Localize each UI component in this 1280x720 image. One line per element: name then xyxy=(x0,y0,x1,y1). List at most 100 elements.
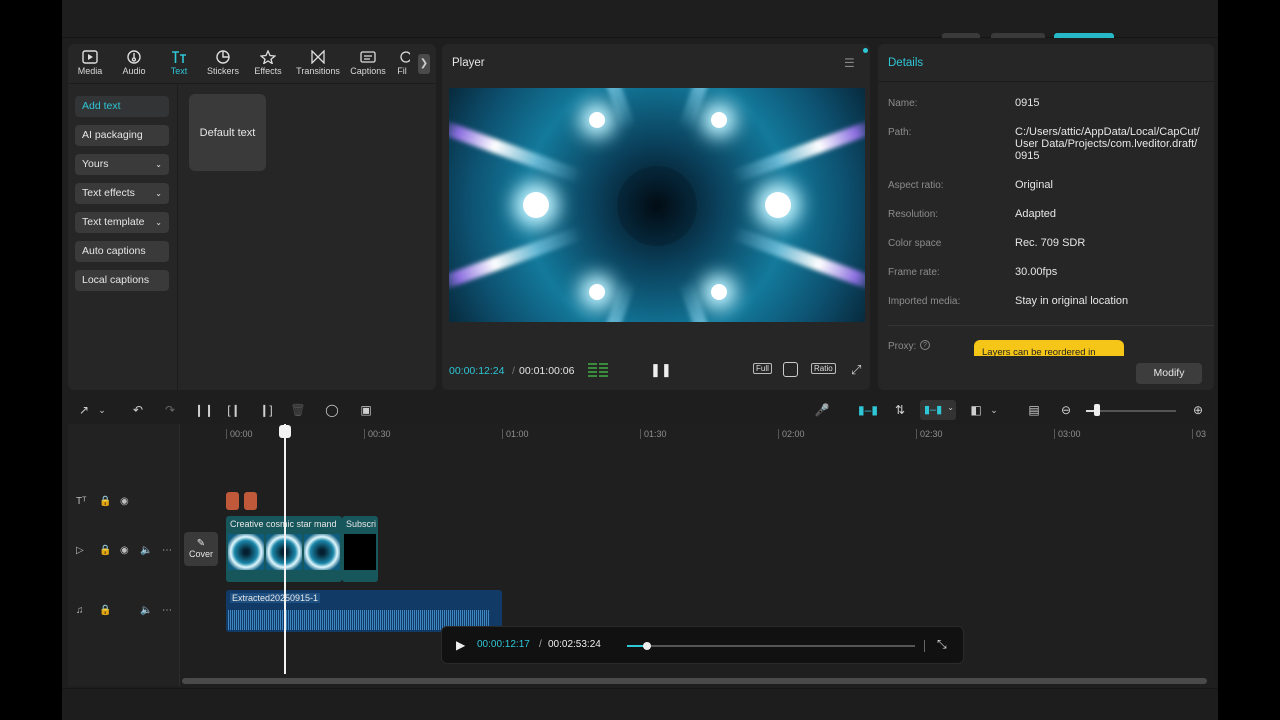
tab-stickers-label: Stickers xyxy=(206,66,239,76)
top-tab-2[interactable] xyxy=(991,33,1045,38)
detail-label: Imported media: xyxy=(888,296,961,307)
volume-icon[interactable]: 🔈 xyxy=(140,545,152,556)
side-item-label: Yours xyxy=(82,158,109,170)
zoom-fit-icon[interactable] xyxy=(783,362,798,377)
chevron-right-icon[interactable]: ❯ xyxy=(418,54,430,74)
tab-captions[interactable]: Captions xyxy=(346,50,390,76)
ratio-label: Ratio xyxy=(814,364,833,373)
proxy-label: Proxy: xyxy=(888,341,917,352)
menu-icon[interactable]: ☰ xyxy=(844,56,858,70)
split-right-icon[interactable]: ❙] xyxy=(258,402,274,418)
playhead-handle[interactable] xyxy=(279,425,291,438)
chevron-down-icon: ⌄ xyxy=(155,160,162,169)
snap-icon[interactable]: ⇅ xyxy=(892,402,908,418)
more-icon[interactable]: ⋯ xyxy=(162,545,172,556)
side-item-yours[interactable]: Yours ⌄ xyxy=(75,154,169,175)
add-caption-icon[interactable]: ▣ xyxy=(358,402,374,418)
link-icon[interactable]: ▮–▮ xyxy=(858,402,878,418)
eye-icon[interactable]: ◉ xyxy=(120,545,129,556)
cover-button[interactable]: ✎ Cover xyxy=(184,532,218,566)
lock-icon[interactable]: 🔒 xyxy=(99,605,111,616)
lock-icon[interactable]: 🔒 xyxy=(99,496,111,507)
tab-transitions-label: Transitions xyxy=(296,66,340,76)
exit-fullscreen-icon[interactable]: ⤡ xyxy=(937,637,947,652)
tab-audio[interactable]: Audio xyxy=(112,50,156,76)
modify-button[interactable]: Modify xyxy=(1136,363,1202,384)
side-item-add-text[interactable]: Add text xyxy=(75,96,169,117)
eye-icon[interactable]: ◉ xyxy=(120,496,129,507)
zoom-slider-handle[interactable] xyxy=(1094,404,1100,416)
audio-clip-label: Extracted20250915-1 xyxy=(230,593,321,603)
fullscreen-icon[interactable]: ⤢ xyxy=(851,362,861,378)
tab-stickers[interactable]: Stickers xyxy=(201,50,245,76)
redo-icon[interactable]: ↷ xyxy=(162,402,178,418)
default-text-card[interactable]: Default text xyxy=(189,94,266,171)
split-left-icon[interactable]: [❙ xyxy=(226,402,242,418)
cursor-icon[interactable]: ↗ xyxy=(76,402,92,418)
delete-icon[interactable]: 🗑 xyxy=(290,402,306,418)
side-item-text-template[interactable]: Text template ⌄ xyxy=(75,212,169,233)
tab-media[interactable]: Media xyxy=(68,50,112,76)
tab-text[interactable]: Text xyxy=(157,50,201,76)
microphone-icon[interactable]: 🎤 xyxy=(814,402,830,418)
captions-icon xyxy=(360,51,376,63)
video-preview[interactable] xyxy=(449,88,865,322)
notification-dot xyxy=(863,48,868,53)
play-icon[interactable]: ▶ xyxy=(456,638,465,652)
text-clip[interactable] xyxy=(244,492,257,510)
tab-effects[interactable]: Effects xyxy=(246,50,290,76)
filters-icon xyxy=(400,51,410,63)
side-item-ai-packaging[interactable]: AI packaging xyxy=(75,125,169,146)
capcut-window: Media Audio Text Stickers Effects Transi… xyxy=(62,0,1218,720)
ruler-tick: 02:00 xyxy=(778,429,805,439)
details-title[interactable]: Details xyxy=(888,57,923,69)
timeline-scrollbar[interactable] xyxy=(182,678,1207,684)
preview-axis-icon: ▮–▮ xyxy=(924,404,943,416)
top-tab-1[interactable] xyxy=(942,33,980,38)
top-bar xyxy=(62,0,1218,38)
mini-divider xyxy=(924,640,925,652)
stickers-icon xyxy=(216,50,230,64)
tab-filters[interactable]: Fil xyxy=(390,50,414,76)
side-item-auto-captions[interactable]: Auto captions xyxy=(75,241,169,262)
detail-label: Color space xyxy=(888,238,942,249)
shield-icon[interactable]: ◯ xyxy=(324,402,340,418)
chevron-down-icon[interactable]: ⌄ xyxy=(94,402,110,418)
help-icon[interactable]: ? xyxy=(920,340,930,350)
side-item-label: Text effects xyxy=(82,187,135,199)
text-clip[interactable] xyxy=(226,492,239,510)
track-headers: Tᵀ 🔒 ◉ ▷ 🔒 ◉ 🔈 ⋯ ♫ 🔒 🔈 ⋯ xyxy=(68,424,180,686)
mini-progress-bar[interactable] xyxy=(627,642,915,650)
side-item-label: AI packaging xyxy=(82,129,143,141)
side-item-text-effects[interactable]: Text effects ⌄ xyxy=(75,183,169,204)
video-clip-subscribe[interactable]: Subscri xyxy=(342,516,378,582)
export-button[interactable] xyxy=(1054,33,1114,38)
playhead[interactable] xyxy=(284,424,286,674)
details-panel: Details Name: 0915 Path: C:/Users/attic/… xyxy=(878,44,1214,390)
clip-thumbnail xyxy=(344,534,376,570)
captions-toggle-icon[interactable]: ▤ xyxy=(1026,402,1042,418)
split-icon[interactable]: ❙❙ xyxy=(194,402,214,418)
media-icon xyxy=(82,50,98,64)
clip-thumbnail xyxy=(228,534,264,570)
detail-label: Path: xyxy=(888,127,912,138)
tab-filters-label: Fil xyxy=(397,66,407,76)
lock-icon[interactable]: 🔒 xyxy=(99,545,111,556)
full-button[interactable]: Full xyxy=(753,363,772,374)
chevron-down-icon[interactable]: ⌄ xyxy=(986,402,1002,418)
ripple-icon[interactable]: ◧ xyxy=(968,402,984,418)
more-icon[interactable]: ⋯ xyxy=(162,605,172,616)
tab-transitions[interactable]: Transitions xyxy=(294,50,342,76)
zoom-out-icon[interactable]: ⊖ xyxy=(1058,402,1074,418)
effects-icon xyxy=(260,50,276,64)
volume-icon[interactable]: 🔈 xyxy=(140,605,152,616)
side-item-local-captions[interactable]: Local captions xyxy=(75,270,169,291)
preview-axis-toggle[interactable]: ▮–▮ ⌄ xyxy=(920,400,956,420)
mini-progress-handle[interactable] xyxy=(643,642,652,650)
zoom-in-icon[interactable]: ⊕ xyxy=(1190,402,1206,418)
clip-thumbnail xyxy=(304,534,340,570)
undo-icon[interactable]: ↶ xyxy=(130,402,146,418)
pause-icon[interactable]: ❚❚ xyxy=(650,362,672,378)
total-time: 00:01:00:06 xyxy=(519,365,575,377)
ratio-button[interactable]: Ratio xyxy=(811,363,836,374)
